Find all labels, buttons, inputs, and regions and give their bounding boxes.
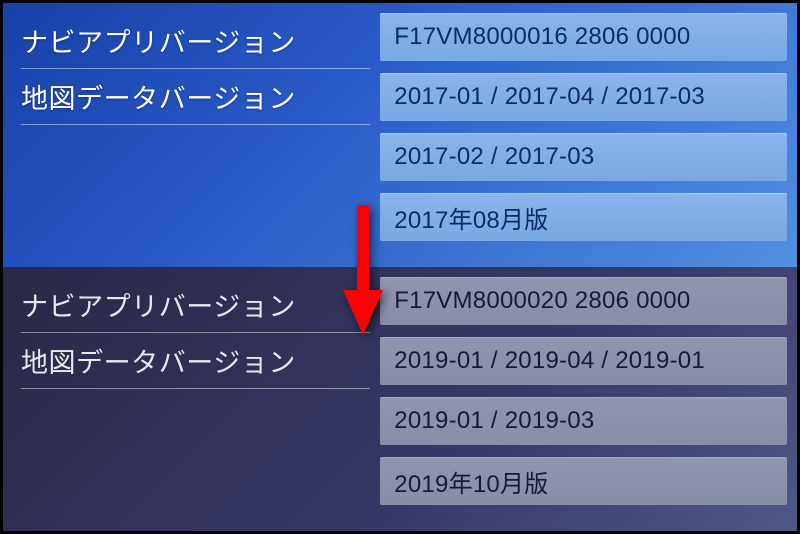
map-data-version-value-1: 2017-01 / 2017-04 / 2017-03: [380, 73, 787, 121]
navi-app-version-label: ナビアプリバージョン: [21, 277, 370, 333]
labels-column: ナビアプリバージョン 地図データバージョン: [3, 277, 380, 521]
version-panel-before: ナビアプリバージョン 地図データバージョン F17VM8000016 2806 …: [3, 3, 797, 267]
map-data-version-value-2: 2017-02 / 2017-03: [380, 133, 787, 181]
values-column: F17VM8000016 2806 0000 2017-01 / 2017-04…: [380, 13, 797, 257]
map-data-version-label: 地図データバージョン: [21, 69, 370, 125]
navi-app-version-value: F17VM8000020 2806 0000: [380, 277, 787, 325]
values-column: F17VM8000020 2806 0000 2019-01 / 2019-04…: [380, 277, 797, 521]
map-data-version-value-2: 2019-01 / 2019-03: [380, 397, 787, 445]
map-edition-value: 2017年08月版: [380, 193, 787, 241]
map-edition-value: 2019年10月版: [380, 457, 787, 505]
labels-column: ナビアプリバージョン 地図データバージョン: [3, 13, 380, 257]
navi-app-version-value: F17VM8000016 2806 0000: [380, 13, 787, 61]
map-data-version-value-1: 2019-01 / 2019-04 / 2019-01: [380, 337, 787, 385]
navi-app-version-label: ナビアプリバージョン: [21, 13, 370, 69]
version-panel-after: ナビアプリバージョン 地図データバージョン F17VM8000020 2806 …: [3, 267, 797, 531]
down-arrow-icon: [343, 205, 383, 335]
map-data-version-label: 地図データバージョン: [21, 333, 370, 389]
